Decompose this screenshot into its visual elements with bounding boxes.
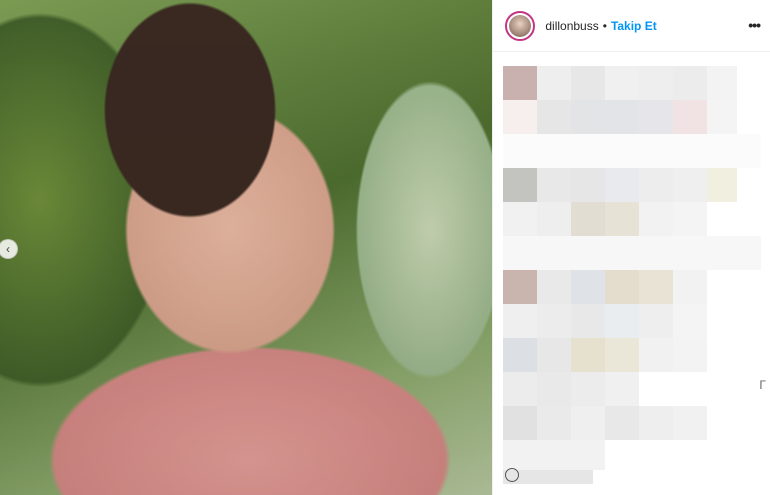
carousel-prev-button[interactable]: ‹ xyxy=(0,239,18,259)
instagram-post: ‹ dillonbuss • Takip Et ••• Γ xyxy=(0,0,770,495)
avatar[interactable] xyxy=(505,10,536,41)
follow-button[interactable]: Takip Et xyxy=(611,19,657,33)
username-link[interactable]: dillonbuss xyxy=(545,19,598,33)
post-photo[interactable]: ‹ xyxy=(0,0,493,495)
pixelated-comments xyxy=(503,66,762,486)
more-options-icon[interactable]: ••• xyxy=(748,17,761,33)
scroll-indicator: Γ xyxy=(759,378,766,392)
separator-dot: • xyxy=(602,18,607,33)
post-sidebar: dillonbuss • Takip Et ••• Γ xyxy=(492,0,770,495)
post-header: dillonbuss • Takip Et ••• xyxy=(493,0,770,52)
chevron-left-icon: ‹ xyxy=(6,242,10,256)
